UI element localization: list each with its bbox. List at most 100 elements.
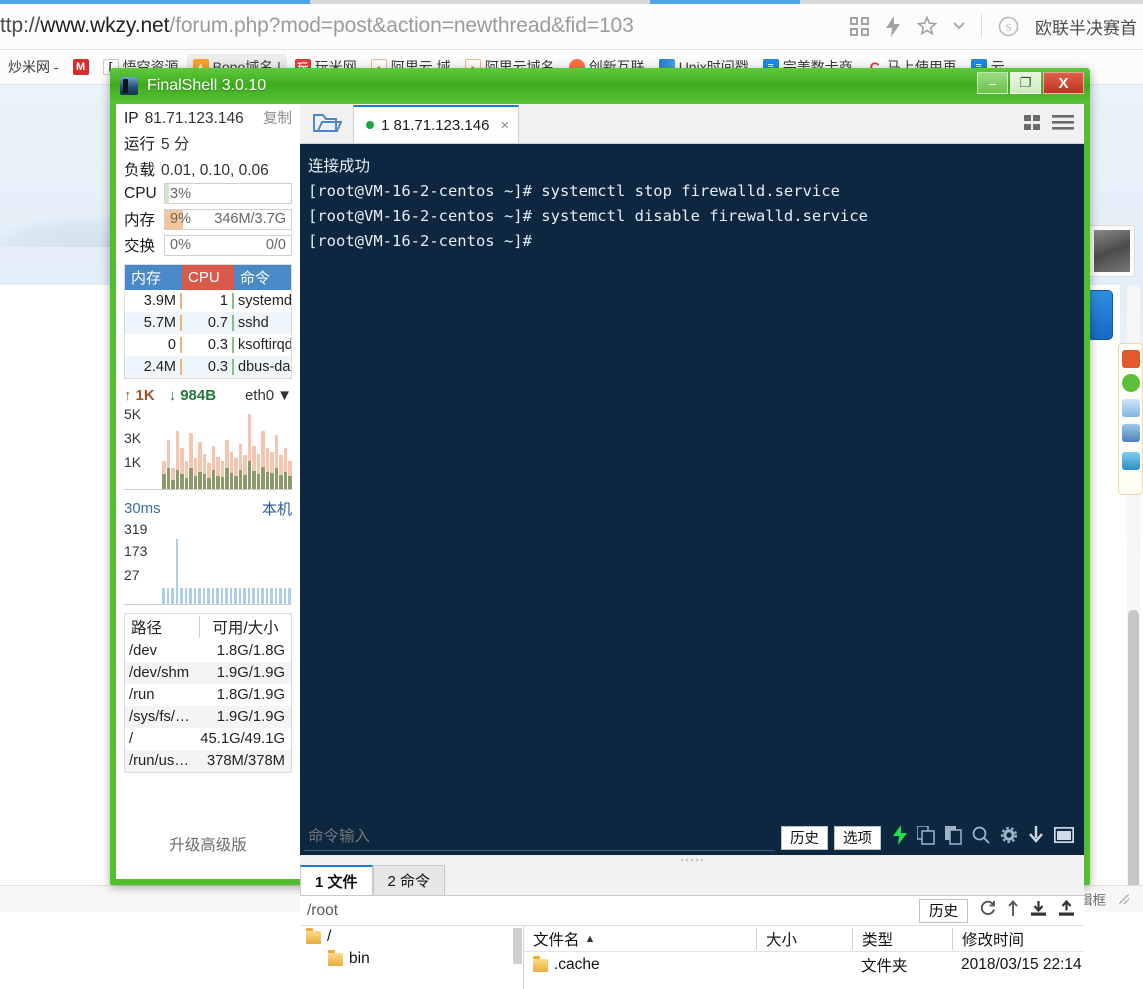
lat-y-label: 173	[124, 543, 147, 559]
terminal-tab[interactable]: 1 81.71.123.146 ×	[353, 105, 519, 143]
search-icon[interactable]	[972, 826, 990, 849]
close-button[interactable]: X	[1043, 72, 1084, 94]
bottom-tabbar: 1 文件 2 命令	[300, 865, 1084, 896]
terminal-line: [root@VM-16-2-centos ~]# systemctl stop …	[308, 179, 1076, 204]
table-row[interactable]: .cache 文件夹 2018/03/15 22:14	[524, 952, 1084, 978]
file-manager-panel: 1 文件 2 命令 历史 /	[300, 865, 1084, 989]
latency-bar	[234, 588, 237, 604]
col-mtime[interactable]: 修改时间	[952, 928, 1084, 950]
latency-graph: 319 173 27	[124, 521, 292, 605]
open-folder-icon[interactable]	[300, 103, 353, 143]
process-mem: 2.4M	[125, 359, 182, 375]
menu-icon[interactable]	[1052, 115, 1074, 135]
paste-icon[interactable]	[945, 826, 962, 850]
process-col-cmd[interactable]: 命令	[234, 265, 291, 290]
minimize-button[interactable]: –	[977, 72, 1008, 94]
process-cpu: 1	[182, 293, 234, 309]
latency-bar	[275, 588, 278, 604]
wechat-icon[interactable]	[1122, 374, 1140, 392]
browser-tab-active[interactable]	[0, 0, 310, 4]
latency-bar	[230, 588, 233, 604]
table-row[interactable]: 2.4M 0.3 dbus-dae	[125, 356, 291, 378]
disk-col-size[interactable]: 可用/大小	[199, 616, 291, 638]
directory-tree[interactable]: / bin	[300, 926, 524, 989]
options-button[interactable]: 选项	[834, 826, 881, 850]
qr-code-icon[interactable]	[850, 17, 869, 36]
command-input[interactable]	[304, 824, 775, 851]
bookmark-item[interactable]: 炒米网 -	[2, 54, 65, 80]
tree-node-label: bin	[349, 950, 370, 968]
window-icon[interactable]	[1054, 827, 1074, 848]
table-row[interactable]: 0 0.3 ksoftirqd/	[125, 334, 291, 356]
table-row[interactable]: /dev/shm1.9G/1.9G	[125, 662, 291, 684]
col-type[interactable]: 类型	[852, 928, 952, 950]
col-size[interactable]: 大小	[756, 928, 852, 950]
table-row[interactable]: /45.1G/49.1G	[125, 728, 291, 750]
process-mem: 5.7M	[125, 315, 182, 331]
path-history-button[interactable]: 历史	[919, 899, 968, 923]
download-icon[interactable]	[1030, 900, 1047, 922]
star-icon[interactable]	[917, 16, 937, 36]
splitter-dot	[696, 859, 698, 861]
process-col-mem[interactable]: 内存	[125, 265, 182, 290]
table-row[interactable]: /run/us…378M/378M	[125, 750, 291, 772]
sidebar-blue-button[interactable]	[1087, 290, 1113, 340]
path-input[interactable]	[300, 897, 919, 925]
copy-icon[interactable]	[917, 826, 935, 850]
tree-node-bin[interactable]: bin	[300, 948, 523, 970]
terminal-output[interactable]: 连接成功 [root@VM-16-2-centos ~]# systemctl …	[300, 144, 1084, 820]
close-icon[interactable]: ×	[500, 117, 509, 134]
lightning-icon[interactable]	[885, 16, 901, 37]
chevron-down-icon[interactable]	[953, 22, 965, 30]
disk-size: 45.1G/49.1G	[199, 731, 291, 747]
folder-icon	[306, 931, 321, 944]
table-row[interactable]: /sys/fs/…1.9G/1.9G	[125, 706, 291, 728]
network-interface-selector[interactable]: eth0 ▼	[245, 387, 292, 404]
address-bar[interactable]: ttp://www.wkzy.net/forum.php?mod=post&ac…	[0, 8, 860, 44]
lightning-icon[interactable]	[893, 825, 907, 850]
process-table: 内存 CPU 命令 3.9M 1 systemd 5.7M 0.7 sshd 0…	[124, 264, 292, 379]
refresh-icon[interactable]	[979, 900, 996, 922]
history-button[interactable]: 历史	[781, 826, 828, 850]
table-row[interactable]: /run1.8G/1.9G	[125, 684, 291, 706]
tree-scrollbar[interactable]	[513, 928, 522, 964]
sort-icon[interactable]	[1007, 900, 1019, 922]
browser-tab-other[interactable]	[650, 0, 800, 4]
swap-gauge-label: 交换	[124, 234, 158, 256]
card-icon[interactable]	[1122, 452, 1140, 470]
disk-col-path[interactable]: 路径	[125, 616, 199, 638]
folder-icon	[533, 959, 548, 972]
tab-files[interactable]: 1 文件	[300, 865, 373, 895]
col-filename[interactable]: 文件名 ▲	[524, 928, 756, 950]
panel-splitter[interactable]	[300, 855, 1084, 865]
monitor-icon[interactable]	[1122, 424, 1140, 442]
window-titlebar[interactable]: FinalShell 3.0.10 – ❐ X	[110, 68, 1090, 104]
qq-icon[interactable]	[1122, 399, 1140, 417]
page-scrollbar-thumb[interactable]	[1128, 610, 1139, 900]
upload-icon[interactable]	[1058, 900, 1075, 922]
latency-bar	[252, 588, 255, 604]
process-mem: 3.9M	[125, 293, 182, 309]
file-type: 文件夹	[852, 954, 952, 976]
gear-icon[interactable]	[1000, 826, 1018, 849]
file-mtime: 2018/03/15 22:14	[952, 956, 1084, 974]
latency-bar	[225, 588, 228, 604]
bookmark-item[interactable]: M	[67, 56, 95, 78]
table-row[interactable]: 3.9M 1 systemd	[125, 290, 291, 312]
sidebar-thumbnail[interactable]	[1089, 225, 1135, 277]
qq-text-icon	[1122, 350, 1140, 368]
profile-icon[interactable]: S	[998, 16, 1019, 37]
swap-gauge: 0% 0/0	[164, 235, 292, 256]
tree-node-root[interactable]: /	[300, 926, 523, 948]
tab-commands[interactable]: 2 命令	[373, 865, 446, 895]
upgrade-link[interactable]: 升级高级版	[116, 833, 300, 855]
maximize-button[interactable]: ❐	[1010, 72, 1041, 94]
table-row[interactable]: 5.7M 0.7 sshd	[125, 312, 291, 334]
copy-ip-button[interactable]: 复制	[263, 107, 292, 128]
process-col-cpu[interactable]: CPU	[182, 265, 234, 290]
resize-grip-icon[interactable]	[1119, 894, 1129, 904]
table-row[interactable]: /dev1.8G/1.8G	[125, 640, 291, 662]
grid-view-icon[interactable]	[1024, 115, 1043, 135]
terminal-line: [root@VM-16-2-centos ~]#	[308, 229, 1076, 254]
download-icon[interactable]	[1028, 826, 1044, 850]
